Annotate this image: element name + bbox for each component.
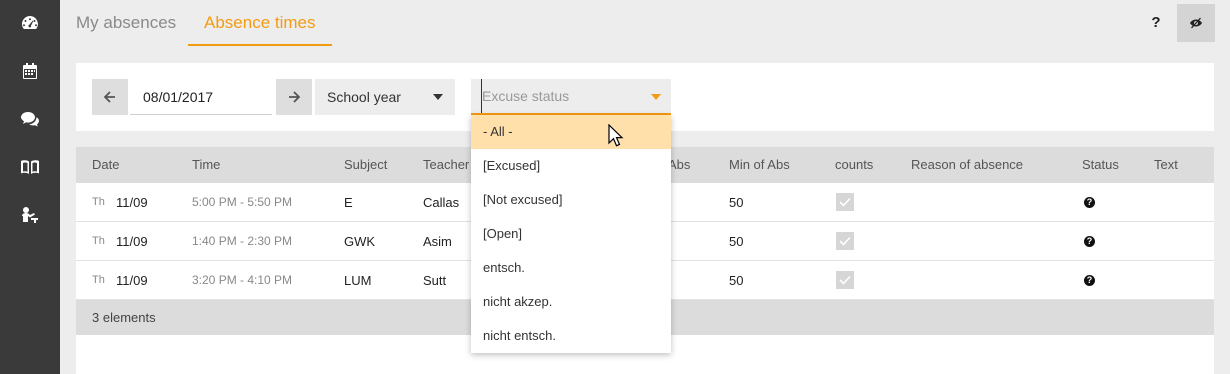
element-count: 3 elements: [92, 310, 156, 325]
tab-my-absences[interactable]: My absences: [60, 0, 192, 46]
arrow-left-icon: [104, 91, 115, 103]
row-min-of-abs: 50: [729, 195, 744, 210]
chat-icon[interactable]: [18, 107, 42, 131]
row-day: Th: [92, 196, 105, 208]
row-teacher: Callas: [423, 195, 460, 210]
row-date: 11/09: [116, 273, 148, 288]
column-header[interactable]: Date: [92, 147, 119, 183]
visibility-toggle-button[interactable]: [1177, 4, 1215, 42]
period-select[interactable]: School year: [315, 79, 455, 115]
column-header[interactable]: Subject: [344, 147, 387, 183]
dashboard-icon[interactable]: [18, 11, 42, 35]
caret-down-icon: [433, 94, 443, 100]
caret-down-icon: [651, 94, 661, 100]
column-header[interactable]: Text: [1154, 147, 1178, 183]
row-time: 5:00 PM - 5:50 PM: [192, 195, 293, 209]
row-day: Th: [92, 235, 105, 247]
dropdown-option[interactable]: nicht entsch.: [471, 319, 671, 353]
dropdown-option[interactable]: nicht akzep.: [471, 285, 671, 319]
person-desk-icon[interactable]: [18, 203, 42, 227]
column-header[interactable]: Reason of absence: [911, 147, 1023, 183]
row-date: 11/09: [116, 234, 148, 249]
excuse-status-input[interactable]: [481, 79, 651, 113]
dropdown-option[interactable]: [Open]: [471, 217, 671, 251]
eye-slash-icon: [1190, 17, 1202, 29]
book-icon[interactable]: [18, 155, 42, 179]
question-circle-icon[interactable]: ?: [1084, 197, 1095, 208]
row-time: 3:20 PM - 4:10 PM: [192, 273, 293, 287]
check-icon: [839, 275, 851, 285]
counts-checkbox[interactable]: [836, 232, 854, 250]
column-header[interactable]: Min of Abs: [729, 147, 790, 183]
column-header[interactable]: Teacher: [423, 147, 469, 183]
row-subject: LUM: [344, 273, 372, 288]
counts-checkbox[interactable]: [836, 271, 854, 289]
row-subject: E: [344, 195, 353, 210]
question-circle-icon[interactable]: ?: [1084, 236, 1095, 247]
row-date: 11/09: [116, 195, 148, 210]
date-input[interactable]: [130, 79, 272, 115]
next-date-button[interactable]: [276, 79, 312, 115]
tab-absence-times[interactable]: Absence times: [188, 0, 332, 46]
row-day: Th: [92, 274, 105, 286]
row-min-of-abs: 50: [729, 234, 744, 249]
arrow-right-icon: [289, 91, 300, 103]
column-header[interactable]: Abs: [668, 147, 690, 183]
row-teacher: Sutt: [423, 273, 447, 288]
row-min-of-abs: 50: [729, 273, 744, 288]
column-header[interactable]: counts: [835, 147, 873, 183]
dropdown-option[interactable]: - All -: [471, 115, 671, 149]
mouse-pointer-icon: [608, 124, 624, 147]
excuse-status-select[interactable]: [471, 79, 671, 115]
row-teacher: Asim: [423, 234, 452, 249]
row-time: 1:40 PM - 2:30 PM: [192, 234, 293, 248]
column-header[interactable]: Time: [192, 147, 220, 183]
period-select-value: School year: [327, 89, 401, 105]
counts-checkbox[interactable]: [836, 193, 854, 211]
question-circle-icon[interactable]: ?: [1084, 275, 1095, 286]
row-subject: GWK: [344, 234, 376, 249]
dropdown-option[interactable]: entsch.: [471, 251, 671, 285]
help-button[interactable]: ?: [1142, 4, 1170, 42]
dropdown-option[interactable]: [Not excused]: [471, 183, 671, 217]
sidebar: [0, 0, 60, 374]
column-header[interactable]: Status: [1082, 147, 1119, 183]
dropdown-option[interactable]: [Excused]: [471, 149, 671, 183]
previous-date-button[interactable]: [92, 79, 128, 115]
check-icon: [839, 236, 851, 246]
excuse-status-dropdown: - All - [Excused] [Not excused] [Open] e…: [471, 115, 671, 353]
check-icon: [839, 197, 851, 207]
calendar-icon[interactable]: [18, 59, 42, 83]
